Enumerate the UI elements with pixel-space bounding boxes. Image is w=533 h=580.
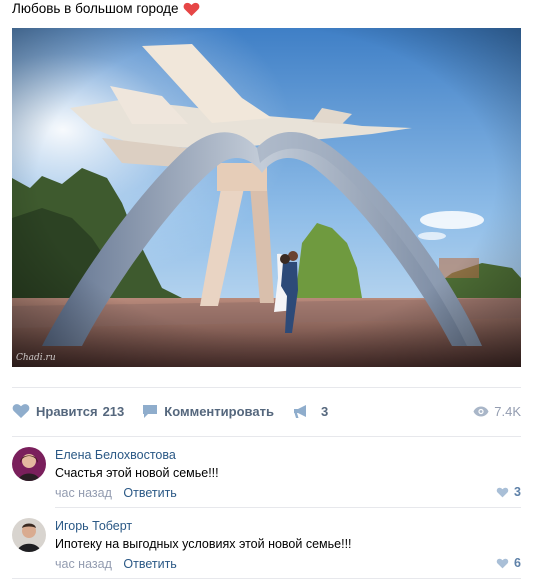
comment-icon bbox=[143, 404, 158, 418]
comment-item: Игорь Тоберт Ипотеку на выгодных условия… bbox=[12, 518, 521, 578]
avatar[interactable] bbox=[12, 518, 46, 552]
post-actions: Нравится 213 Комментировать 3 7.4K bbox=[12, 400, 521, 422]
like-heart-icon bbox=[496, 558, 509, 568]
comment-like-count: 6 bbox=[514, 556, 521, 570]
divider bbox=[12, 578, 521, 579]
reply-button[interactable]: Ответить bbox=[123, 486, 176, 500]
comment-like-count: 3 bbox=[514, 485, 521, 499]
like-count: 213 bbox=[102, 403, 125, 419]
views-count: 7.4K bbox=[494, 403, 521, 419]
comment-author[interactable]: Елена Белохвостова bbox=[55, 447, 176, 463]
like-button[interactable]: Нравится 213 bbox=[12, 403, 124, 419]
comment-button[interactable]: Комментировать bbox=[142, 404, 274, 419]
comment-time[interactable]: час назад bbox=[55, 557, 112, 571]
comment-meta: час назад Ответить bbox=[55, 556, 177, 572]
eye-icon bbox=[473, 406, 489, 416]
comment-text: Ипотеку на выгодных условиях этой новой … bbox=[55, 537, 352, 551]
comment-like-button[interactable]: 3 bbox=[496, 485, 521, 499]
post-photo[interactable]: Chadi.ru bbox=[12, 28, 521, 367]
comment-text: Счастья этой новой семье!!! bbox=[55, 466, 219, 480]
share-button[interactable]: 3 bbox=[292, 404, 328, 419]
divider bbox=[12, 387, 521, 388]
like-heart-icon bbox=[12, 404, 30, 418]
divider bbox=[55, 507, 521, 508]
comment-label: Комментировать bbox=[164, 403, 274, 419]
like-label: Нравится bbox=[36, 403, 98, 419]
photo-watermark: Chadi.ru bbox=[16, 353, 56, 363]
post-title-text: Любовь в большом городе bbox=[12, 1, 179, 16]
avatar[interactable] bbox=[12, 447, 46, 481]
comment-like-button[interactable]: 6 bbox=[496, 556, 521, 570]
post-title: Любовь в большом городе bbox=[12, 0, 200, 18]
comment-meta: час назад Ответить bbox=[55, 485, 177, 501]
share-count: 3 bbox=[320, 403, 329, 419]
heart-icon bbox=[183, 2, 200, 17]
reply-button[interactable]: Ответить bbox=[123, 557, 176, 571]
megaphone-icon bbox=[293, 404, 306, 418]
comment-author[interactable]: Игорь Тоберт bbox=[55, 518, 132, 534]
views-counter: 7.4K bbox=[473, 404, 521, 419]
comment-time[interactable]: час назад bbox=[55, 486, 112, 500]
photo-illustration bbox=[12, 28, 521, 367]
comment-item: Елена Белохвостова Счастья этой новой се… bbox=[12, 447, 521, 507]
divider bbox=[12, 436, 521, 437]
like-heart-icon bbox=[496, 487, 509, 497]
